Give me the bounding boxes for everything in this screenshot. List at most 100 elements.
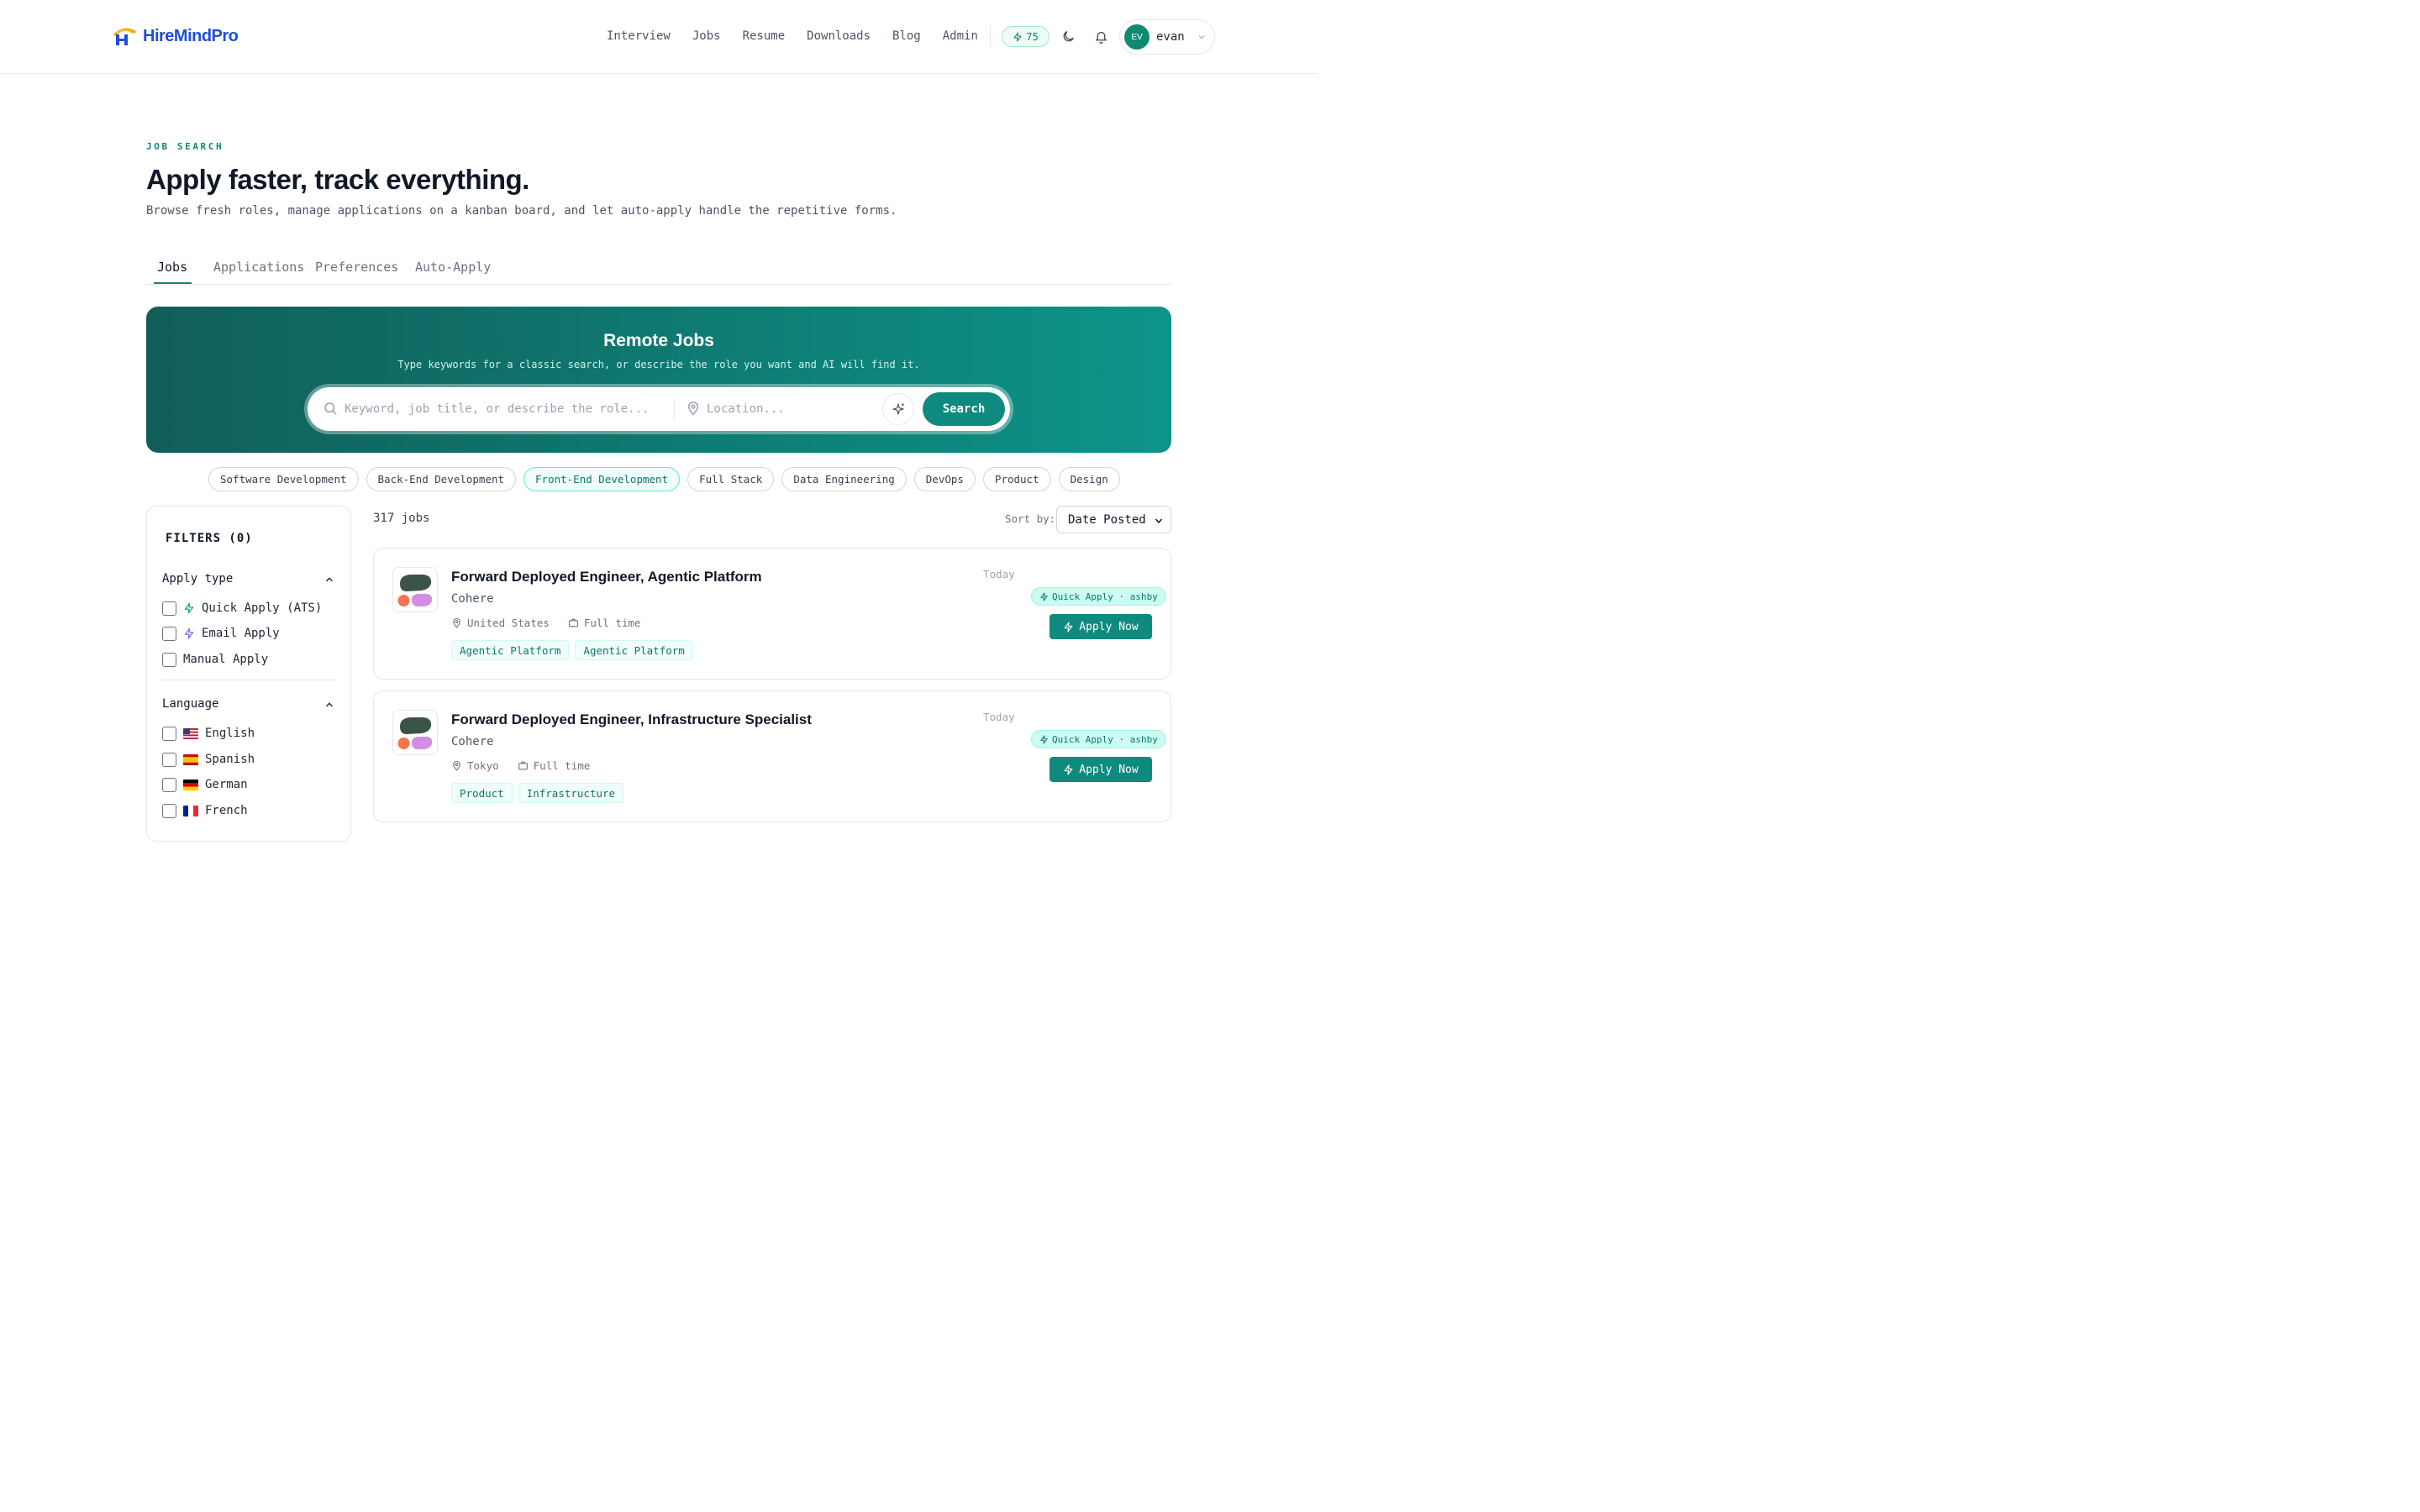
chip-product[interactable]: Product — [982, 467, 1051, 491]
lightning-icon — [184, 602, 194, 614]
company-logo — [392, 567, 438, 612]
job-tag: Agentic Platform — [451, 640, 570, 660]
location-input[interactable] — [707, 399, 875, 419]
nav-blog[interactable]: Blog — [881, 29, 932, 43]
lightning-icon — [1040, 591, 1048, 601]
nav-downloads[interactable]: Downloads — [796, 29, 881, 43]
main-nav: Interview Jobs Resume Downloads Blog Adm… — [607, 25, 989, 47]
results-count: 317 jobs — [373, 512, 430, 525]
germany-flag-icon — [183, 779, 198, 790]
apply-now-label: Apply Now — [1079, 763, 1139, 776]
job-company: Cohere — [451, 592, 494, 606]
job-posted-date: Today — [983, 711, 1015, 723]
search-button[interactable]: Search — [923, 392, 1005, 426]
filter-option-manual-apply[interactable]: Manual Apply — [162, 651, 268, 668]
filters-panel: FILTERS (0) Apply type Quick Apply (ATS)… — [146, 506, 351, 842]
chevron-down-icon — [1198, 35, 1205, 39]
banner-title: Remote Jobs — [603, 331, 714, 350]
checkbox[interactable] — [162, 803, 176, 818]
chip-back-end-development[interactable]: Back-End Development — [366, 467, 517, 491]
nav-admin[interactable]: Admin — [932, 29, 989, 43]
chip-software-development[interactable]: Software Development — [208, 467, 359, 491]
filter-option-label: French — [205, 804, 248, 817]
job-tag: Product — [451, 783, 513, 803]
apply-now-button[interactable]: Apply Now — [1050, 614, 1152, 639]
chip-front-end-development[interactable]: Front-End Development — [523, 467, 681, 491]
tab-auto-apply[interactable]: Auto-Apply — [415, 260, 491, 275]
top-header: HireMindPro Interview Jobs Resume Downlo… — [0, 0, 1318, 74]
user-menu[interactable]: EV evan — [1119, 19, 1215, 55]
category-chips: Software Development Back-End Developmen… — [208, 467, 1120, 491]
tab-bar: Jobs Applications Preferences Auto-Apply — [146, 255, 1171, 285]
job-meta: United States Full time — [451, 617, 641, 629]
quick-apply-label: Quick Apply · ashby — [1052, 733, 1158, 745]
job-card[interactable]: Forward Deployed Engineer, Agentic Platf… — [373, 548, 1171, 680]
checkbox[interactable] — [162, 626, 176, 641]
checkbox[interactable] — [162, 726, 176, 741]
job-employment-type: Full time — [533, 759, 591, 772]
briefcase-icon — [568, 618, 578, 627]
filters-title: FILTERS (0) — [166, 532, 253, 545]
filter-option-spanish[interactable]: Spanish — [162, 751, 255, 768]
checkbox[interactable] — [162, 752, 176, 767]
notifications-button[interactable] — [1091, 26, 1111, 46]
apply-now-button[interactable]: Apply Now — [1050, 757, 1152, 782]
chip-devops[interactable]: DevOps — [913, 467, 976, 491]
tab-preferences[interactable]: Preferences — [315, 260, 398, 275]
lightning-icon — [1064, 621, 1073, 633]
filter-option-label: English — [205, 727, 255, 740]
filter-option-label: Spanish — [205, 753, 255, 766]
chip-full-stack[interactable]: Full Stack — [687, 467, 775, 491]
job-title[interactable]: Forward Deployed Engineer, Agentic Platf… — [451, 569, 762, 585]
filter-option-english[interactable]: English — [162, 725, 255, 742]
ai-search-button[interactable] — [882, 393, 914, 425]
search-divider — [674, 399, 675, 419]
job-card[interactable]: Forward Deployed Engineer, Infrastructur… — [373, 690, 1171, 822]
nav-jobs[interactable]: Jobs — [681, 29, 732, 43]
avatar: EV — [1124, 24, 1150, 50]
briefcase-icon — [518, 761, 528, 770]
checkbox[interactable] — [162, 601, 176, 616]
job-title[interactable]: Forward Deployed Engineer, Infrastructur… — [451, 711, 812, 728]
job-company: Cohere — [451, 735, 494, 748]
job-employment-type: Full time — [583, 617, 641, 629]
quick-apply-badge: Quick Apply · ashby — [1031, 730, 1166, 748]
sort-select[interactable]: Date Posted — [1056, 506, 1171, 533]
tab-applications[interactable]: Applications — [213, 260, 304, 275]
nav-resume[interactable]: Resume — [732, 29, 797, 43]
checkbox[interactable] — [162, 652, 176, 667]
checkbox[interactable] — [162, 777, 176, 792]
chevron-up-icon[interactable] — [324, 699, 335, 711]
filter-option-french[interactable]: French — [162, 802, 248, 819]
filter-option-email-apply[interactable]: Email Apply — [162, 625, 280, 642]
filter-option-label: German — [205, 778, 248, 791]
chip-design[interactable]: Design — [1058, 467, 1120, 491]
location-pin-icon — [453, 760, 460, 771]
filter-option-german[interactable]: German — [162, 776, 248, 793]
apply-now-label: Apply Now — [1079, 620, 1139, 633]
filter-option-quick-apply[interactable]: Quick Apply (ATS) — [162, 600, 322, 617]
job-tags: Agentic Platform Agentic Platform — [451, 640, 693, 660]
search-icon — [323, 401, 338, 419]
credits-badge[interactable]: 75 — [1002, 26, 1050, 47]
language-heading: Language — [162, 697, 219, 711]
job-location: United States — [467, 617, 550, 629]
chevron-up-icon[interactable] — [324, 574, 335, 585]
brand-logo[interactable]: HireMindPro — [113, 21, 239, 51]
us-flag-icon — [183, 727, 198, 739]
brand-name: HireMindPro — [143, 26, 239, 45]
tab-jobs[interactable]: Jobs — [157, 260, 187, 275]
lightning-icon — [1064, 764, 1073, 775]
moon-icon — [1063, 30, 1074, 41]
apply-type-heading: Apply type — [162, 572, 234, 585]
lightning-icon — [1013, 32, 1022, 41]
theme-toggle-button[interactable] — [1058, 26, 1078, 46]
nav-interview[interactable]: Interview — [607, 29, 681, 43]
credits-count: 75 — [1026, 30, 1039, 43]
lightning-icon — [184, 627, 194, 639]
search-input[interactable] — [345, 399, 664, 419]
job-location: Tokyo — [467, 759, 499, 772]
job-meta: Tokyo Full time — [451, 759, 590, 772]
sort-value: Date Posted — [1068, 512, 1146, 527]
chip-data-engineering[interactable]: Data Engineering — [781, 467, 907, 491]
